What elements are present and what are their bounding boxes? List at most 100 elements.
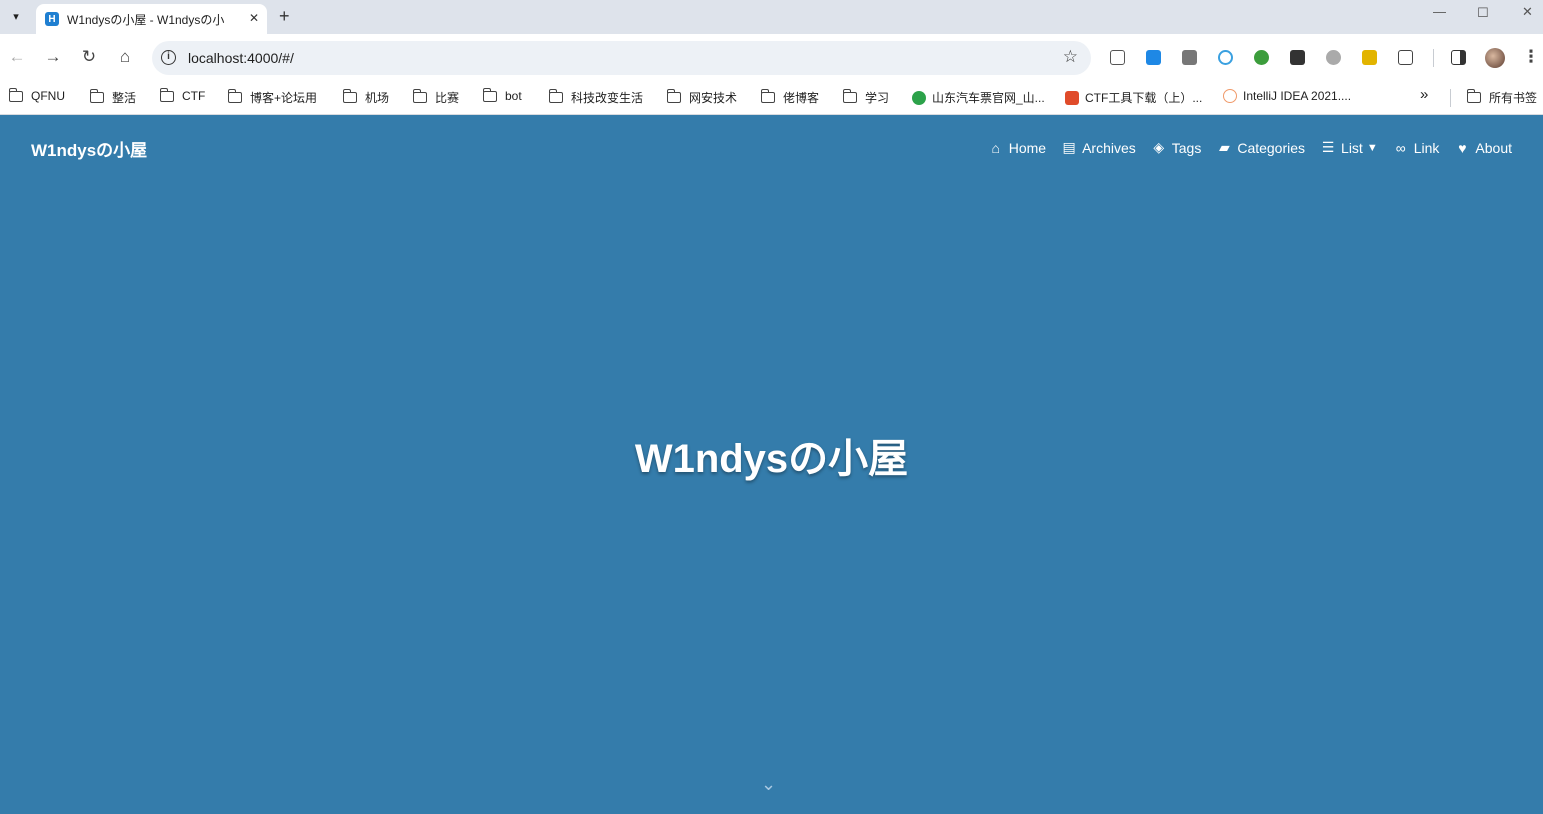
folder-icon bbox=[666, 89, 681, 103]
bookmark-label: 佬博客 bbox=[783, 91, 820, 105]
folder-icon bbox=[159, 87, 174, 102]
tab-favicon-icon: H bbox=[45, 12, 59, 26]
tab-strip: ▾ H W1ndysの小屋 - W1ndysの小 ✕ + — ☐ ✕ bbox=[0, 0, 1543, 34]
bus-logo-icon bbox=[912, 90, 926, 105]
list-icon: ☰ bbox=[1321, 139, 1335, 155]
nav-home[interactable]: ⌂ Home bbox=[988, 139, 1046, 156]
folder-icon bbox=[1466, 89, 1481, 103]
nav-categories[interactable]: ▰ Categories bbox=[1216, 139, 1305, 156]
bookmark-folder[interactable]: 佬博客 bbox=[760, 89, 820, 106]
tab-search-button[interactable]: ▾ bbox=[5, 5, 27, 27]
tab-title: W1ndysの小屋 - W1ndysの小 bbox=[67, 12, 225, 27]
bookmark-folder[interactable]: 整活 bbox=[89, 89, 137, 106]
address-bar[interactable]: i localhost:4000/#/ ☆ bbox=[152, 41, 1091, 75]
bookmark-folder[interactable]: 机场 bbox=[342, 89, 390, 106]
intellij-logo-icon bbox=[1223, 89, 1237, 103]
tab-close-icon[interactable]: ✕ bbox=[249, 11, 259, 25]
bookmark-link[interactable]: 山东汽车票官网_山... bbox=[912, 89, 1045, 106]
side-panel-icon[interactable] bbox=[1451, 50, 1466, 65]
extension-copy-icon[interactable] bbox=[1110, 50, 1125, 65]
menu-kebab-icon[interactable]: ⋮ bbox=[1521, 47, 1541, 67]
page-content: W1ndysの小屋 ⌂ Home ▤ Archives ◈ Tags ▰ Categor… bbox=[0, 116, 1543, 814]
extension-gamepad-icon[interactable] bbox=[1182, 50, 1197, 65]
bookmark-label: 山东汽车票官网_山... bbox=[932, 91, 1045, 105]
minimize-icon[interactable]: — bbox=[1433, 4, 1446, 19]
extension-globe-icon[interactable] bbox=[1254, 50, 1269, 65]
bookmark-label: 整活 bbox=[112, 91, 137, 105]
archive-icon: ▤ bbox=[1062, 139, 1076, 155]
nav-label: Archives bbox=[1082, 139, 1136, 156]
bookmark-label: 博客+论坛用 bbox=[250, 91, 318, 105]
bookmark-label: 机场 bbox=[365, 91, 390, 105]
extensions-puzzle-icon[interactable] bbox=[1398, 50, 1413, 65]
forward-arrow-icon[interactable]: → bbox=[43, 47, 63, 67]
profile-avatar[interactable] bbox=[1485, 48, 1505, 68]
bookmark-label: 比赛 bbox=[435, 91, 460, 105]
tags-icon: ◈ bbox=[1153, 139, 1165, 155]
bookmark-label: 学习 bbox=[865, 91, 890, 105]
all-bookmarks-folder[interactable]: 所有书签 bbox=[1466, 89, 1538, 106]
bookmark-folder[interactable]: CTF bbox=[159, 87, 206, 103]
maximize-icon[interactable]: ☐ bbox=[1477, 5, 1489, 21]
bookmark-label: 所有书签 bbox=[1489, 91, 1538, 105]
scroll-down-chevron-icon[interactable]: ⌄ bbox=[761, 774, 776, 795]
active-tab[interactable]: H W1ndysの小屋 - W1ndysの小 ✕ bbox=[36, 4, 267, 34]
url-text[interactable]: localhost:4000/#/ bbox=[188, 50, 294, 66]
bookmarks-divider bbox=[1450, 89, 1451, 107]
bookmark-folder[interactable]: 博客+论坛用 bbox=[227, 89, 318, 106]
folder-icon bbox=[227, 89, 242, 103]
bookmark-folder[interactable]: 比赛 bbox=[412, 89, 460, 106]
folder-icon bbox=[482, 87, 497, 102]
browser-toolbar: ← → ↻ ⌂ i localhost:4000/#/ ☆ ⋮ bbox=[0, 34, 1543, 81]
folder-icon bbox=[760, 89, 775, 103]
nav-label: Link bbox=[1413, 139, 1440, 156]
nav-label: Categories bbox=[1237, 139, 1306, 156]
nav-about[interactable]: ♥ About bbox=[1454, 139, 1512, 156]
bookmark-folder[interactable]: 网安技术 bbox=[666, 89, 738, 106]
bookmark-folder[interactable]: 科技改变生活 bbox=[548, 89, 644, 106]
home-icon[interactable]: ⌂ bbox=[115, 47, 135, 67]
bookmark-star-icon[interactable]: ☆ bbox=[1063, 47, 1078, 67]
window-close-icon[interactable]: ✕ bbox=[1522, 4, 1533, 20]
back-arrow-icon[interactable]: ← bbox=[7, 47, 27, 67]
bookmarks-overflow-icon[interactable]: » bbox=[1420, 86, 1428, 103]
extension-ball-icon[interactable] bbox=[1326, 50, 1341, 65]
nav-label: Home bbox=[1008, 139, 1047, 156]
bookmark-link[interactable]: IntelliJ IDEA 2021.... bbox=[1223, 89, 1351, 103]
bookmark-label: bot bbox=[505, 89, 522, 103]
bookmark-label: IntelliJ IDEA 2021.... bbox=[1243, 89, 1352, 103]
site-brand[interactable]: W1ndysの小屋 bbox=[31, 136, 147, 161]
home-icon: ⌂ bbox=[991, 139, 1000, 156]
bookmark-folder[interactable]: bot bbox=[482, 87, 522, 103]
site-info-icon[interactable]: i bbox=[161, 50, 176, 65]
nav-label: Tags bbox=[1171, 139, 1202, 156]
site-nav: ⌂ Home ▤ Archives ◈ Tags ▰ Categories ☰ List ▼… bbox=[988, 139, 1512, 156]
hero-title: W1ndysの小屋 bbox=[634, 437, 909, 481]
extension-gear-icon[interactable] bbox=[1218, 50, 1233, 65]
folder-icon bbox=[89, 89, 104, 103]
bookmark-label: 科技改变生活 bbox=[571, 91, 644, 105]
bookmark-label: CTF工具下载（上）... bbox=[1085, 91, 1203, 105]
extension-cube-icon[interactable] bbox=[1290, 50, 1305, 65]
heart-icon: ♥ bbox=[1458, 139, 1467, 156]
folder-icon bbox=[412, 89, 427, 103]
nav-label: About bbox=[1475, 139, 1512, 156]
bookmark-link[interactable]: CTF工具下载（上）... bbox=[1065, 89, 1202, 106]
bookmark-folder[interactable]: QFNU bbox=[8, 87, 65, 103]
nav-archives[interactable]: ▤ Archives bbox=[1061, 139, 1136, 156]
folder-icon bbox=[342, 89, 357, 103]
extension-key-icon[interactable] bbox=[1362, 50, 1377, 65]
new-tab-button[interactable]: + bbox=[279, 6, 290, 27]
bookmark-label: 网安技术 bbox=[689, 91, 738, 105]
reload-icon[interactable]: ↻ bbox=[79, 47, 99, 67]
bookmark-folder[interactable]: 学习 bbox=[842, 89, 890, 106]
toolbar-divider bbox=[1433, 49, 1434, 67]
link-icon: ∞ bbox=[1395, 139, 1406, 156]
nav-list[interactable]: ☰ List ▼ bbox=[1320, 139, 1378, 156]
nav-link[interactable]: ∞ Link bbox=[1393, 139, 1440, 156]
bookmark-label: CTF bbox=[182, 89, 206, 103]
extension-bird-icon[interactable] bbox=[1146, 50, 1161, 65]
nav-tags[interactable]: ◈ Tags bbox=[1151, 139, 1202, 156]
bookmarks-bar: QFNU 整活 CTF 博客+论坛用 机场 比赛 bot 科技改变生活 网安技术… bbox=[0, 81, 1543, 115]
folder-icon bbox=[842, 89, 857, 103]
